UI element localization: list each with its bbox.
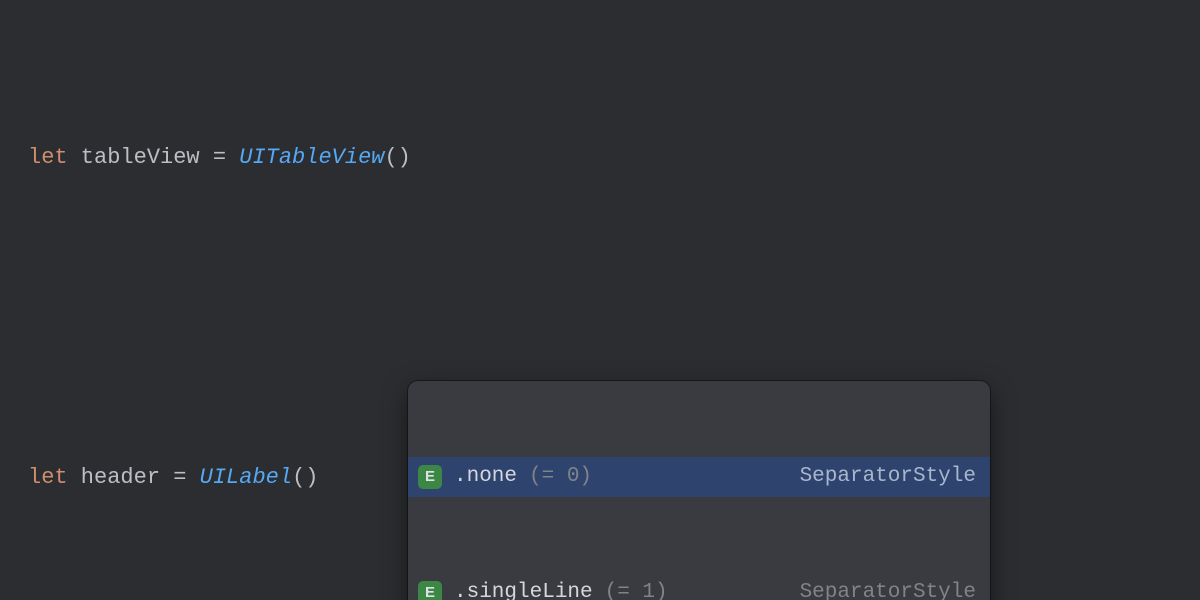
completion-item-none[interactable]: E .none (= 0) SeparatorStyle [408, 457, 990, 497]
enum-badge-icon: E [418, 581, 442, 600]
keyword-let: let [28, 465, 68, 490]
completion-item-name: .singleLine [454, 574, 593, 600]
code-line-blank[interactable] [28, 298, 1200, 338]
completion-item-type: SeparatorStyle [800, 458, 976, 496]
completion-item-name: .none [454, 458, 517, 496]
completion-item-value: (= 0) [529, 458, 592, 496]
completion-popup[interactable]: E .none (= 0) SeparatorStyle E .singleLi… [408, 381, 990, 600]
keyword-let: let [28, 145, 68, 170]
code-editor[interactable]: let tableView = UITableView() let header… [0, 0, 1200, 600]
completion-item-type: SeparatorStyle [800, 574, 976, 600]
type-uilabel: UILabel [200, 465, 292, 490]
completion-item-singleline[interactable]: E .singleLine (= 1) SeparatorStyle [408, 573, 990, 600]
code-line[interactable]: let tableView = UITableView() [28, 138, 1200, 178]
completion-item-value: (= 1) [605, 574, 668, 600]
enum-badge-icon: E [418, 465, 442, 489]
type-uitableview: UITableView [239, 145, 384, 170]
